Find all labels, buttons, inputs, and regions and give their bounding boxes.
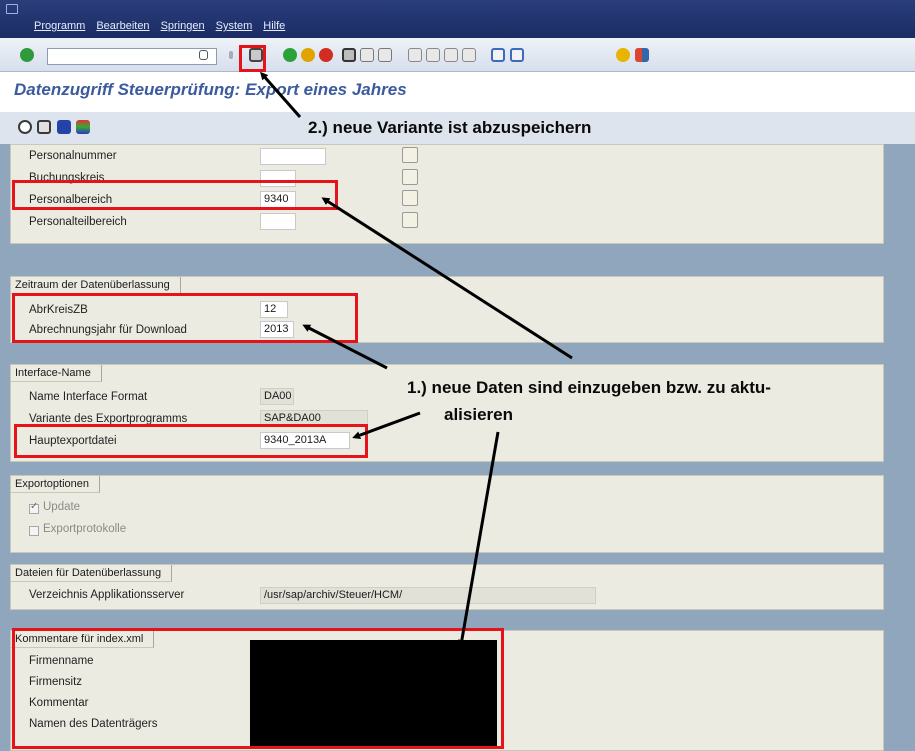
zeitraum-highlight (12, 293, 358, 343)
last-page-icon[interactable] (462, 48, 476, 62)
menu-bar: Programm Bearbeiten Springen System Hilf… (0, 0, 915, 38)
menu-items: Programm Bearbeiten Springen System Hilf… (34, 20, 285, 32)
exportprotokolle-checkbox[interactable] (29, 526, 39, 536)
collapse-icon[interactable] (229, 51, 233, 59)
dateien-panel-title: Dateien für Datenüberlassung (11, 565, 173, 582)
interface-format-label: Name Interface Format (29, 391, 148, 403)
history-icon[interactable] (199, 50, 208, 60)
hauptexportdatei-highlight (14, 424, 368, 458)
standard-toolbar (0, 38, 915, 72)
buchungskreis-multiple-selection-button[interactable] (402, 169, 418, 185)
page-title: Datenzugriff Steuerprüfung: Export eines… (14, 80, 407, 99)
save-button-highlight (239, 45, 266, 72)
menu-hilfe[interactable]: Hilfe (263, 20, 285, 32)
kommentare-highlight (12, 628, 504, 749)
save-variant-annotation: 2.) neue Variante ist abzuspeichern (308, 118, 592, 137)
system-menu-icon[interactable] (6, 4, 18, 14)
enter-icon[interactable] (20, 48, 34, 62)
execute-icon[interactable] (18, 120, 32, 134)
dateien-panel: Dateien für Datenüberlassung Verzeichnis… (10, 564, 884, 610)
help-icon[interactable] (616, 48, 630, 62)
checkmark-icon: ✓ (30, 501, 39, 512)
back-icon[interactable] (283, 48, 297, 62)
command-field[interactable] (47, 48, 217, 65)
exit-icon[interactable] (301, 48, 315, 62)
find-icon[interactable] (360, 48, 374, 62)
personalteilbereich-input[interactable] (260, 213, 296, 230)
selection-options-icon[interactable] (76, 120, 90, 134)
exportprotokolle-label: Exportprotokolle (43, 523, 127, 535)
personalbereich-multiple-selection-button[interactable] (402, 190, 418, 206)
exportoptionen-panel-title: Exportoptionen (11, 476, 100, 493)
find-next-icon[interactable] (378, 48, 392, 62)
new-session-icon[interactable] (491, 48, 505, 62)
interface-panel-title: Interface-Name (11, 365, 102, 382)
personalteilbereich-multiple-selection-button[interactable] (402, 212, 418, 228)
update-label: Update (43, 501, 81, 513)
zeitraum-panel-title: Zeitraum der Datenüberlassung (11, 277, 181, 294)
verzeichnis-value: /usr/sap/archiv/Steuer/HCM/ (260, 587, 596, 604)
interface-format-value: DA00 (260, 388, 294, 405)
exportoptionen-panel: Exportoptionen ✓ Update Exportprotokolle (10, 475, 884, 553)
data-entry-annotation-line1: 1.) neue Daten sind einzugeben bzw. zu a… (407, 378, 771, 397)
menu-system[interactable]: System (216, 20, 253, 32)
menu-springen[interactable]: Springen (161, 20, 205, 32)
menu-programm[interactable]: Programm (34, 20, 85, 32)
personalnummer-input[interactable] (260, 148, 326, 165)
menu-bearbeiten[interactable]: Bearbeiten (96, 20, 149, 32)
cancel-icon[interactable] (319, 48, 333, 62)
update-checkbox[interactable]: ✓ (29, 501, 39, 514)
next-page-icon[interactable] (444, 48, 458, 62)
print-icon[interactable] (342, 48, 356, 62)
previous-page-icon[interactable] (426, 48, 440, 62)
verzeichnis-label: Verzeichnis Applikationsserver (29, 589, 185, 601)
personalteilbereich-label: Personalteilbereich (29, 216, 127, 228)
data-entry-annotation-line2: alisieren (444, 405, 513, 424)
info-icon[interactable] (57, 120, 71, 134)
personalnummer-multiple-selection-button[interactable] (402, 147, 418, 163)
personalbereich-highlight (12, 180, 338, 210)
first-page-icon[interactable] (408, 48, 422, 62)
shortcut-icon[interactable] (510, 48, 524, 62)
personalnummer-label: Personalnummer (29, 150, 117, 162)
layout-menu-icon[interactable] (635, 48, 649, 62)
execute-print-icon[interactable] (37, 120, 51, 134)
